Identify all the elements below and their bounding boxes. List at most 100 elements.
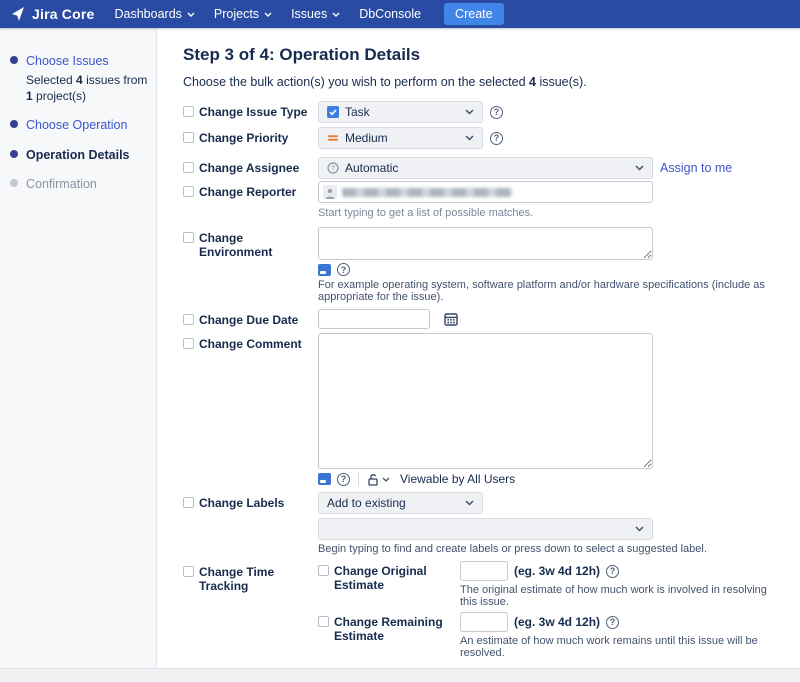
labels-mode-select[interactable]: Add to existing (318, 492, 483, 514)
change-reporter-checkbox[interactable] (183, 186, 194, 197)
nav-projects-label: Projects (214, 7, 259, 21)
change-environment-checkbox[interactable] (183, 232, 194, 243)
step-bullet (10, 150, 18, 158)
comment-textarea[interactable] (318, 333, 653, 469)
task-icon (327, 106, 339, 118)
intro-prefix: Choose the bulk action(s) you wish to pe… (183, 75, 529, 89)
change-reporter-label: Change Reporter (199, 185, 296, 199)
reporter-hint: Start typing to get a list of possible m… (318, 207, 782, 219)
environment-description: For example operating system, software p… (318, 279, 782, 303)
labels-hint: Begin typing to find and create labels o… (318, 543, 782, 555)
remaining-estimate-description: An estimate of how much work remains unt… (460, 635, 782, 659)
help-icon[interactable]: ? (490, 106, 503, 119)
change-priority-label: Change Priority (199, 131, 288, 145)
assign-to-me-link[interactable]: Assign to me (660, 161, 732, 175)
help-icon[interactable]: ? (606, 565, 619, 578)
chevron-down-icon (465, 109, 474, 115)
nav-dbconsole-label: DbConsole (359, 7, 421, 21)
step-choose-operation[interactable]: Choose Operation (10, 117, 148, 134)
calendar-icon (444, 312, 458, 326)
row-change-environment: Change Environment ? For example operati… (183, 227, 782, 303)
step-bullet (10, 56, 18, 64)
page-title: Step 3 of 4: Operation Details (183, 45, 782, 65)
change-priority-checkbox[interactable] (183, 132, 194, 143)
nav-issues[interactable]: Issues (291, 7, 340, 21)
row-change-due-date: Change Due Date (183, 309, 782, 329)
chevron-down-icon (382, 477, 390, 482)
due-date-input[interactable] (318, 309, 430, 329)
change-due-date-checkbox[interactable] (183, 314, 194, 325)
brand[interactable]: Jira Core (10, 6, 95, 22)
assignee-select[interactable]: ? Automatic (318, 157, 653, 179)
change-comment-checkbox[interactable] (183, 338, 194, 349)
priority-select[interactable]: Medium (318, 127, 483, 149)
help-icon[interactable]: ? (337, 473, 350, 486)
unlocked-padlock-icon (367, 473, 379, 486)
step-choose-issues-link[interactable]: Choose Issues (26, 54, 109, 68)
row-change-original-estimate: Change Original Estimate (eg. 3w 4d 12h)… (318, 561, 782, 608)
project-count: 1 (26, 89, 33, 103)
selected-count: 4 (76, 73, 83, 87)
chevron-down-icon (465, 135, 474, 141)
jira-logo-icon (10, 6, 26, 22)
change-labels-label: Change Labels (199, 496, 284, 510)
nav-dashboards-label: Dashboards (115, 7, 182, 21)
nav-issues-label: Issues (291, 7, 327, 21)
step-operation-details-label: Operation Details (26, 148, 130, 162)
row-change-labels: Change Labels Add to existing Begin typi… (183, 492, 782, 555)
change-original-estimate-checkbox[interactable] (318, 565, 329, 576)
intro-suffix: issue(s). (536, 75, 587, 89)
automatic-assignee-icon: ? (327, 162, 339, 174)
help-icon[interactable]: ? (606, 616, 619, 629)
labels-mode-value: Add to existing (327, 496, 406, 510)
chevron-down-icon (635, 526, 644, 532)
step-choose-issues-subtext: Selected 4 issues from 1 project(s) (26, 72, 148, 104)
change-assignee-checkbox[interactable] (183, 162, 194, 173)
step-confirmation-label: Confirmation (26, 177, 97, 191)
wiki-renderer-icon[interactable] (318, 264, 331, 276)
change-remaining-estimate-checkbox[interactable] (318, 616, 329, 627)
change-issue-type-checkbox[interactable] (183, 106, 194, 117)
issue-type-value: Task (345, 105, 370, 119)
nav-dbconsole[interactable]: DbConsole (359, 7, 421, 21)
intro-issue-count: 4 (529, 75, 536, 89)
comment-visibility-value: Viewable by All Users (400, 472, 515, 486)
comment-visibility-button[interactable] (367, 473, 390, 486)
original-estimate-input[interactable] (460, 561, 508, 581)
nav-dashboards[interactable]: Dashboards (115, 7, 195, 21)
remaining-estimate-input[interactable] (460, 612, 508, 632)
row-change-assignee: Change Assignee ? Automatic Assign to me (183, 157, 782, 179)
wiki-renderer-icon[interactable] (318, 473, 331, 485)
change-remaining-estimate-label: Change Remaining Estimate (334, 615, 460, 643)
wizard-steps-sidebar: Choose Issues Selected 4 issues from 1 p… (0, 28, 157, 668)
change-time-tracking-checkbox[interactable] (183, 566, 194, 577)
page: Jira Core Dashboards Projects Issues DbC… (0, 0, 800, 682)
change-issue-type-label: Change Issue Type (199, 105, 307, 119)
calendar-picker-button[interactable] (444, 312, 458, 326)
help-icon[interactable]: ? (337, 263, 350, 276)
issue-type-select[interactable]: Task (318, 101, 483, 123)
environment-textarea[interactable] (318, 227, 653, 260)
page-footer-strip (0, 668, 800, 682)
step-choose-issues[interactable]: Choose Issues Selected 4 issues from 1 p… (10, 53, 148, 104)
change-original-estimate-label: Change Original Estimate (334, 564, 460, 592)
subtext-part: Selected (26, 73, 76, 87)
help-icon[interactable]: ? (490, 132, 503, 145)
chevron-down-icon (264, 12, 272, 17)
labels-picker-select[interactable] (318, 518, 653, 540)
change-labels-checkbox[interactable] (183, 497, 194, 508)
row-change-comment: Change Comment ? (183, 333, 782, 486)
assignee-value: Automatic (345, 161, 398, 175)
row-change-remaining-estimate: Change Remaining Estimate (eg. 3w 4d 12h… (318, 612, 782, 659)
priority-value: Medium (345, 131, 388, 145)
nav-projects[interactable]: Projects (214, 7, 272, 21)
step-confirmation: Confirmation (10, 176, 148, 193)
original-estimate-example: (eg. 3w 4d 12h) (514, 564, 600, 578)
reporter-input[interactable] (318, 181, 653, 203)
create-button[interactable]: Create (444, 3, 504, 25)
brand-name: Jira Core (32, 6, 95, 22)
intro-text: Choose the bulk action(s) you wish to pe… (183, 75, 782, 89)
step-operation-details: Operation Details (10, 147, 148, 164)
step-choose-operation-link[interactable]: Choose Operation (26, 118, 127, 132)
content: Choose Issues Selected 4 issues from 1 p… (0, 28, 800, 668)
